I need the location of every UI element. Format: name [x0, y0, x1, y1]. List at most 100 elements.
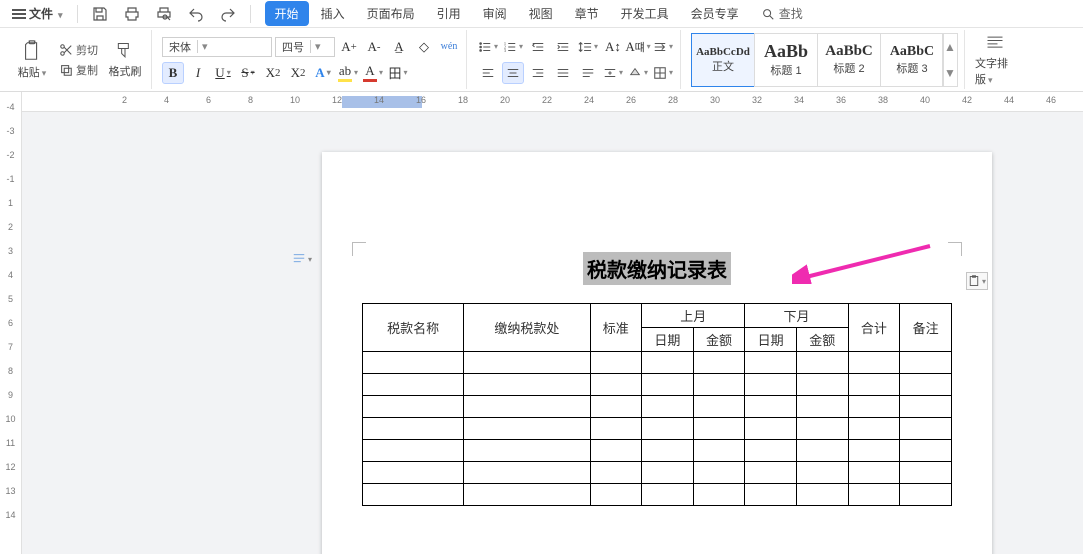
th-next-amount[interactable]: 金额 [797, 328, 849, 352]
font-size-combo[interactable]: 四号▾ [275, 37, 335, 57]
table-cell[interactable] [745, 440, 797, 462]
strike-button[interactable]: S [237, 62, 259, 84]
table-cell[interactable] [642, 418, 694, 440]
borders-button[interactable] [652, 62, 674, 84]
numbered-button[interactable]: 123 [502, 36, 524, 58]
table-cell[interactable] [590, 462, 642, 484]
table-cell[interactable] [363, 352, 464, 374]
table-row[interactable] [363, 484, 952, 506]
undo-button[interactable] [182, 3, 210, 25]
table-cell[interactable] [363, 374, 464, 396]
th-next-month[interactable]: 下月 [745, 304, 848, 328]
align-left-button[interactable] [477, 62, 499, 84]
table-cell[interactable] [464, 352, 590, 374]
tab-insert[interactable]: 插入 [311, 1, 355, 26]
table-cell[interactable] [900, 396, 952, 418]
table-cell[interactable] [642, 352, 694, 374]
th-last-month[interactable]: 上月 [642, 304, 745, 328]
table-cell[interactable] [693, 352, 745, 374]
bullets-button[interactable] [477, 36, 499, 58]
text-effects-button[interactable]: A [312, 62, 334, 84]
table-cell[interactable] [693, 374, 745, 396]
table-cell[interactable] [693, 462, 745, 484]
superscript-button[interactable]: X2 [262, 62, 284, 84]
italic-button[interactable]: I [187, 62, 209, 84]
table-row[interactable] [363, 396, 952, 418]
change-case-button[interactable]: A̲ [388, 36, 410, 58]
table-cell[interactable] [363, 440, 464, 462]
table-cell[interactable] [745, 462, 797, 484]
th-tax-office[interactable]: 缴纳税款处 [464, 304, 590, 352]
th-total[interactable]: 合计 [848, 304, 900, 352]
table-cell[interactable] [900, 418, 952, 440]
char-shading-button[interactable]: 田 [387, 62, 409, 84]
print-preview-button[interactable] [150, 3, 178, 25]
table-cell[interactable] [464, 396, 590, 418]
tab-view[interactable]: 视图 [519, 1, 563, 26]
decrease-indent-button[interactable] [527, 36, 549, 58]
tab-page-layout[interactable]: 页面布局 [357, 1, 425, 26]
table-cell[interactable] [363, 484, 464, 506]
table-cell[interactable] [590, 374, 642, 396]
tab-section[interactable]: 章节 [565, 1, 609, 26]
table-cell[interactable] [642, 396, 694, 418]
vertical-ruler[interactable]: -4-3-2-11234567891011121314 [0, 92, 22, 554]
table-cell[interactable] [900, 374, 952, 396]
tab-dev[interactable]: 开发工具 [611, 1, 679, 26]
align-center-button[interactable] [502, 62, 524, 84]
increase-indent-button[interactable] [552, 36, 574, 58]
paste-button[interactable]: 粘贴 [12, 33, 52, 87]
align-right-button[interactable] [527, 62, 549, 84]
bold-button[interactable]: B [162, 62, 184, 84]
table-cell[interactable] [797, 374, 849, 396]
font-color-button[interactable]: A [362, 62, 384, 84]
table-cell[interactable] [848, 396, 900, 418]
table-cell[interactable] [745, 396, 797, 418]
th-next-date[interactable]: 日期 [745, 328, 797, 352]
style-h2[interactable]: AaBbC标题 2 [817, 33, 881, 87]
table-cell[interactable] [797, 484, 849, 506]
tab-reference[interactable]: 引用 [427, 1, 471, 26]
align-distribute-button[interactable] [577, 62, 599, 84]
table-cell[interactable] [745, 418, 797, 440]
table-row[interactable] [363, 440, 952, 462]
table-cell[interactable] [900, 462, 952, 484]
table-cell[interactable] [363, 396, 464, 418]
paragraph-layout-badge[interactable] [292, 252, 312, 266]
table-cell[interactable] [900, 352, 952, 374]
table-row[interactable] [363, 418, 952, 440]
table-cell[interactable] [848, 484, 900, 506]
shading-button[interactable] [627, 62, 649, 84]
table-cell[interactable] [464, 484, 590, 506]
table-cell[interactable] [797, 418, 849, 440]
char-rtl-button[interactable]: A↕ [602, 36, 624, 58]
table-cell[interactable] [693, 440, 745, 462]
table-cell[interactable] [590, 396, 642, 418]
table-cell[interactable] [590, 484, 642, 506]
grow-font-button[interactable]: A+ [338, 36, 360, 58]
table-cell[interactable] [642, 462, 694, 484]
table-cell[interactable] [797, 352, 849, 374]
phonetic-button[interactable]: wén [438, 36, 460, 58]
redo-button[interactable] [214, 3, 242, 25]
cut-button[interactable]: 剪切 [56, 41, 101, 59]
table-cell[interactable] [797, 440, 849, 462]
table-cell[interactable] [590, 352, 642, 374]
table-cell[interactable] [797, 396, 849, 418]
table-cell[interactable] [642, 374, 694, 396]
text-typeset-button[interactable]: 文字排版 [975, 33, 1015, 87]
style-body[interactable]: AaBbCcDd正文 [691, 33, 755, 87]
align-justify-button[interactable] [552, 62, 574, 84]
table-cell[interactable] [464, 374, 590, 396]
style-gallery-up[interactable]: ▲ [943, 34, 957, 60]
table-cell[interactable] [848, 462, 900, 484]
table-cell[interactable] [745, 484, 797, 506]
th-last-date[interactable]: 日期 [642, 328, 694, 352]
sort-button[interactable]: A떄 [627, 36, 649, 58]
document-canvas[interactable]: 税款缴纳记录表 税款名称 缴纳税款处 [22, 112, 1083, 554]
paste-options-badge[interactable] [966, 272, 988, 290]
font-name-combo[interactable]: 宋体▾ [162, 37, 272, 57]
highlight-button[interactable]: ab [337, 62, 359, 84]
table-cell[interactable] [848, 418, 900, 440]
table-cell[interactable] [900, 484, 952, 506]
